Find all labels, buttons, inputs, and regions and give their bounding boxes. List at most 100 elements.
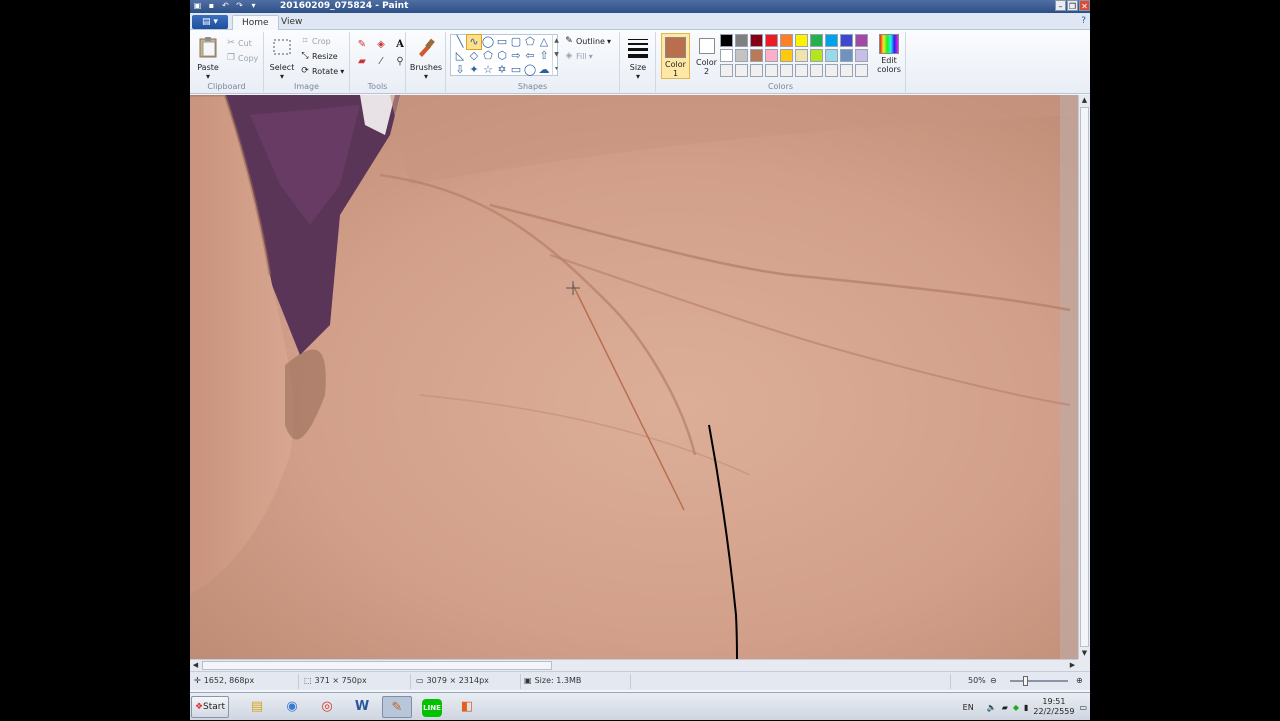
palette-color-swatch[interactable] (720, 34, 733, 47)
edit-colors-button[interactable]: Edit colors (876, 34, 902, 74)
line-shape-icon[interactable]: ╲ (453, 35, 467, 49)
palette-color-swatch[interactable] (840, 34, 853, 47)
zoom-slider[interactable] (1010, 676, 1068, 686)
horizontal-scrollbar[interactable]: ◀ ▶ (190, 659, 1078, 671)
brushes-button[interactable]: Brushes ▾ (409, 36, 443, 81)
palette-color-swatch[interactable] (780, 49, 793, 62)
undo-icon[interactable]: ↶ (220, 1, 231, 11)
pentagon-shape-icon[interactable]: ⬠ (481, 49, 495, 63)
show-desktop-icon[interactable]: ▭ (1079, 703, 1087, 712)
horizontal-scroll-thumb[interactable] (202, 661, 552, 670)
cut-button[interactable]: ✂ Cut (226, 38, 252, 48)
palette-color-swatch[interactable] (735, 49, 748, 62)
security-icon[interactable]: ◆ (1013, 703, 1019, 712)
magnifier-icon[interactable]: ⚲ (393, 55, 407, 69)
diamond-shape-icon[interactable]: ◇ (467, 49, 481, 63)
fill-bucket-icon[interactable]: ◈ (374, 38, 388, 52)
palette-color-swatch[interactable] (795, 34, 808, 47)
text-tool-icon[interactable]: A (393, 38, 407, 52)
up-arrow-shape-icon[interactable]: ⇧ (537, 49, 551, 63)
palette-color-swatch[interactable] (750, 34, 763, 47)
palette-color-swatch[interactable] (795, 49, 808, 62)
palette-color-swatch[interactable] (765, 49, 778, 62)
start-button[interactable]: ❖Start (191, 696, 229, 718)
paint-taskbar-icon[interactable]: ✎ (382, 696, 412, 718)
fill-button[interactable]: ◈ Fill ▾ (564, 51, 593, 61)
word-taskbar-icon[interactable]: W (347, 696, 377, 718)
palette-color-swatch[interactable] (750, 49, 763, 62)
save-icon[interactable]: ▪ (206, 1, 217, 11)
palette-color-swatch[interactable] (810, 49, 823, 62)
scroll-right-icon[interactable]: ▶ (1067, 660, 1078, 671)
polygon-shape-icon[interactable]: ⬠ (523, 35, 537, 49)
right-triangle-shape-icon[interactable]: ◺ (453, 49, 467, 63)
color2-button[interactable]: Color 2 (693, 33, 720, 79)
palette-color-swatch[interactable] (750, 64, 763, 77)
palette-color-swatch[interactable] (765, 64, 778, 77)
size-button[interactable]: Size ▾ (623, 36, 653, 81)
paint-app-icon[interactable]: ▣ (192, 1, 203, 11)
explorer-taskbar-icon[interactable]: ▤ (242, 696, 272, 718)
paint-menu-button[interactable]: ▤ ▾ (192, 15, 228, 29)
palette-color-swatch[interactable] (720, 49, 733, 62)
language-indicator[interactable]: EN (963, 703, 974, 712)
palette-color-swatch[interactable] (825, 64, 838, 77)
palette-color-swatch[interactable] (810, 64, 823, 77)
zoom-out-button[interactable]: ⊖ (990, 676, 997, 685)
five-point-star-icon[interactable]: ☆ (481, 63, 495, 77)
rectangle-shape-icon[interactable]: ▭ (495, 35, 509, 49)
app-taskbar-icon[interactable]: ◧ (452, 696, 482, 718)
palette-color-swatch[interactable] (765, 34, 778, 47)
palette-color-swatch[interactable] (855, 64, 868, 77)
close-button[interactable]: ✕ (1079, 0, 1090, 11)
color-picker-icon[interactable]: ⁄ (374, 55, 388, 69)
paste-button[interactable]: Paste ▾ (196, 36, 220, 81)
zoom-slider-knob[interactable] (1023, 676, 1029, 686)
chrome-taskbar-icon[interactable]: ◎ (312, 696, 342, 718)
six-point-star-icon[interactable]: ✡ (495, 63, 509, 77)
zoom-in-button[interactable]: ⊕ (1076, 676, 1083, 685)
palette-color-swatch[interactable] (855, 34, 868, 47)
redo-icon[interactable]: ↷ (234, 1, 245, 11)
callout-rect-shape-icon[interactable]: ▭ (509, 63, 523, 77)
volume-icon[interactable]: 🔈 (987, 703, 997, 712)
palette-color-swatch[interactable] (825, 34, 838, 47)
palette-color-swatch[interactable] (840, 49, 853, 62)
restore-button[interactable]: ❐ (1067, 0, 1078, 11)
line-taskbar-icon[interactable]: LINE (417, 696, 447, 718)
palette-color-swatch[interactable] (840, 64, 853, 77)
color1-button[interactable]: Color 1 (661, 33, 690, 79)
minimize-button[interactable]: – (1055, 0, 1066, 11)
cloud-callout-shape-icon[interactable]: ☁ (537, 63, 551, 77)
palette-color-swatch[interactable] (825, 49, 838, 62)
palette-color-swatch[interactable] (855, 49, 868, 62)
eraser-icon[interactable]: ▰ (355, 55, 369, 69)
network-icon[interactable]: ▰ (1002, 703, 1008, 712)
left-arrow-shape-icon[interactable]: ⇦ (523, 49, 537, 63)
hexagon-shape-icon[interactable]: ⬡ (495, 49, 509, 63)
copy-button[interactable]: ❐ Copy (226, 53, 258, 63)
callout-oval-shape-icon[interactable]: ◯ (523, 63, 537, 77)
scroll-down-icon[interactable]: ▼ (1079, 648, 1090, 659)
customize-qat-icon[interactable]: ▾ (248, 1, 259, 11)
down-arrow-shape-icon[interactable]: ⇩ (453, 63, 467, 77)
rotate-button[interactable]: ⟳ Rotate ▾ (300, 66, 344, 76)
palette-color-swatch[interactable] (720, 64, 733, 77)
scroll-left-icon[interactable]: ◀ (190, 660, 201, 671)
help-icon[interactable]: ? (1081, 16, 1086, 26)
outline-button[interactable]: ✎ Outline ▾ (564, 36, 611, 46)
curve-shape-icon[interactable]: ∿ (466, 34, 482, 50)
vertical-scroll-thumb[interactable] (1080, 107, 1089, 647)
palette-color-swatch[interactable] (780, 34, 793, 47)
resize-button[interactable]: ⤡ Resize (300, 51, 337, 61)
crop-button[interactable]: ⌗ Crop (300, 36, 330, 46)
four-point-star-icon[interactable]: ✦ (467, 63, 481, 77)
vertical-scrollbar[interactable]: ▲ ▼ (1078, 95, 1090, 659)
palette-color-swatch[interactable] (735, 34, 748, 47)
rounded-rectangle-shape-icon[interactable]: ▢ (509, 35, 523, 49)
scroll-up-icon[interactable]: ▲ (1079, 95, 1090, 106)
palette-color-swatch[interactable] (780, 64, 793, 77)
palette-color-swatch[interactable] (735, 64, 748, 77)
palette-color-swatch[interactable] (795, 64, 808, 77)
triangle-shape-icon[interactable]: △ (537, 35, 551, 49)
